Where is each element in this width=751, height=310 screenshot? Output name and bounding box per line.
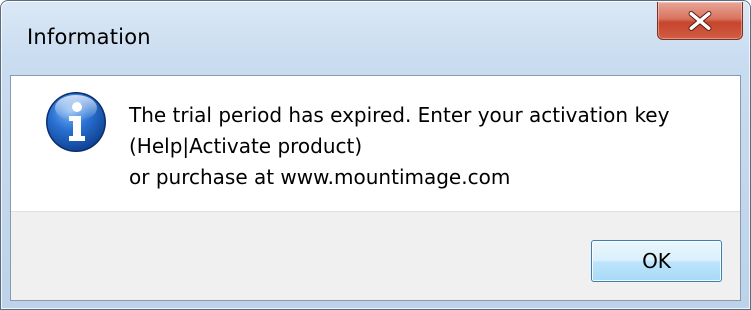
dialog-client-area: The trial period has expired. Enter your… — [10, 75, 741, 301]
window-title: Information — [27, 25, 151, 49]
message-area: The trial period has expired. Enter your… — [11, 76, 740, 211]
close-icon — [688, 11, 712, 31]
title-bar[interactable]: Information — [1, 1, 750, 75]
dialog-window: Information The trial period has expired… — [0, 0, 751, 310]
ok-button[interactable]: OK — [591, 240, 722, 282]
message-line: (Help|Activate product) — [129, 134, 363, 158]
message-line: The trial period has expired. Enter your… — [129, 103, 670, 127]
button-bar: OK — [11, 211, 740, 300]
message-line: or purchase at www.mountimage.com — [129, 165, 511, 189]
close-button[interactable] — [657, 2, 743, 40]
info-icon — [46, 92, 106, 152]
ok-button-label: OK — [642, 249, 671, 273]
message-text: The trial period has expired. Enter your… — [129, 100, 669, 193]
